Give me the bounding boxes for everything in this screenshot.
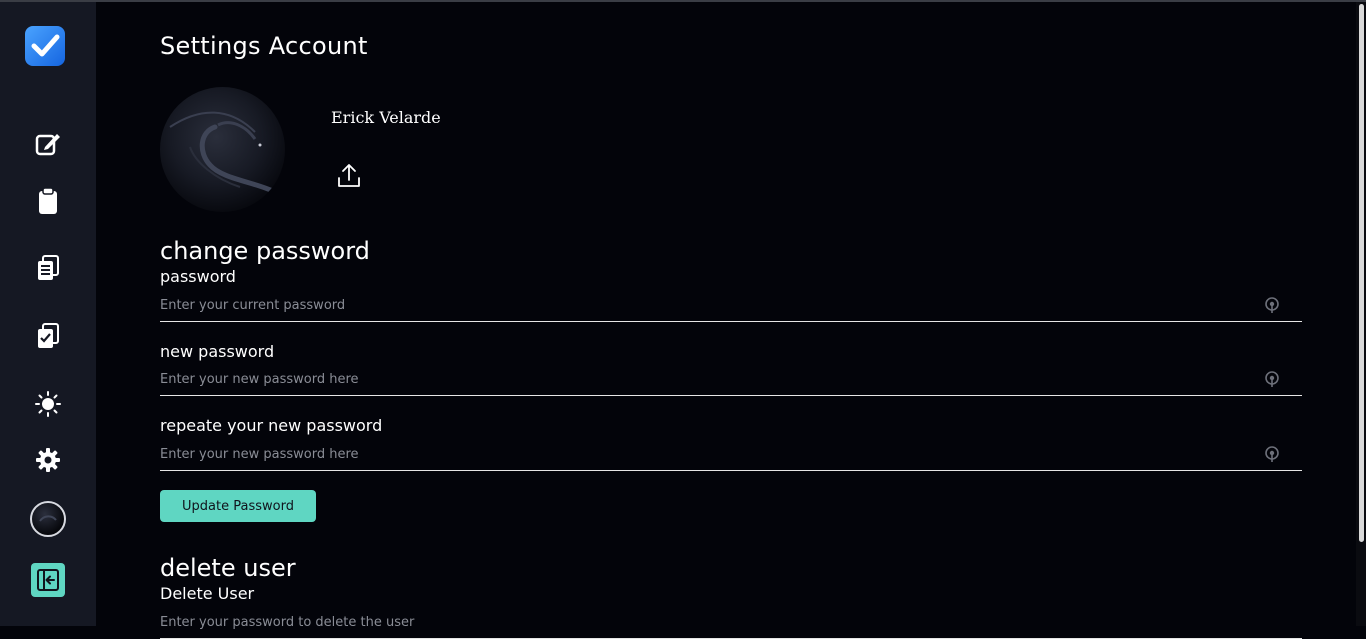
show-password-icon[interactable] xyxy=(1264,296,1280,314)
current-password-field xyxy=(160,291,1302,322)
delete-user-heading: delete user xyxy=(160,554,296,582)
show-password-icon[interactable] xyxy=(1264,370,1280,388)
checked-tasks-icon[interactable] xyxy=(28,316,68,356)
settings-main: Settings Account Erick Velarde change pa… xyxy=(160,0,1302,639)
current-password-input[interactable] xyxy=(160,291,1250,319)
sidebar xyxy=(0,2,96,626)
change-password-heading: change password xyxy=(160,237,370,265)
sun-icon[interactable] xyxy=(28,384,68,424)
delete-user-password-input[interactable] xyxy=(160,608,1250,636)
profile-picture xyxy=(160,87,285,212)
current-password-label: password xyxy=(160,267,236,286)
upload-photo-icon[interactable] xyxy=(336,162,362,190)
repeat-password-input[interactable] xyxy=(160,440,1250,468)
new-password-field xyxy=(160,365,1302,396)
show-password-icon[interactable] xyxy=(1264,445,1280,463)
repeat-password-field xyxy=(160,440,1302,471)
gear-icon[interactable] xyxy=(28,440,68,480)
clipboard-icon[interactable] xyxy=(28,181,68,221)
delete-user-label: Delete User xyxy=(160,584,255,603)
avatar[interactable] xyxy=(30,501,66,537)
repeat-password-label: repeate your new password xyxy=(160,416,383,435)
delete-user-field xyxy=(160,608,1302,639)
new-password-label: new password xyxy=(160,342,275,361)
page-title: Settings Account xyxy=(160,32,368,60)
update-password-button[interactable]: Update Password xyxy=(160,490,316,522)
new-password-input[interactable] xyxy=(160,365,1250,393)
edit-icon[interactable] xyxy=(28,124,68,164)
task-list-icon[interactable] xyxy=(28,248,68,288)
user-name: Erick Velarde xyxy=(331,108,441,127)
app-logo-icon[interactable] xyxy=(25,26,65,66)
scrollbar-thumb[interactable] xyxy=(1359,4,1364,542)
logout-icon[interactable] xyxy=(31,563,65,597)
